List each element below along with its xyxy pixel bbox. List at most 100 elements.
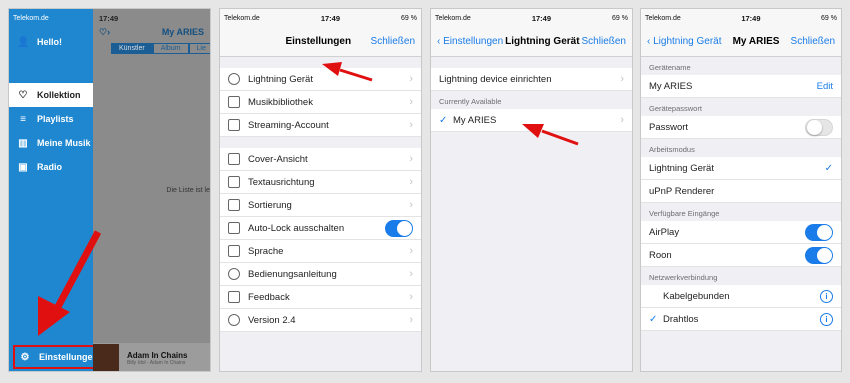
help-icon bbox=[228, 268, 240, 280]
row-mode-upnp[interactable]: uPnP Renderer bbox=[641, 180, 841, 203]
track-title: Adam In Chains bbox=[127, 350, 188, 360]
tab-lieder[interactable]: Lie bbox=[188, 43, 210, 54]
auto-lock-toggle[interactable] bbox=[385, 219, 413, 237]
row-wired[interactable]: Kabelgebunden i bbox=[641, 285, 841, 308]
status-bar: Telekom.de 17:49 69 % bbox=[431, 9, 632, 27]
tab-kuenstler[interactable]: Künstler bbox=[111, 43, 153, 54]
row-setup-device[interactable]: Lightning device einrichten › bbox=[431, 68, 632, 91]
back-button[interactable]: ‹ Einstellungen bbox=[437, 36, 503, 47]
gear-icon: ⚙ bbox=[20, 351, 30, 363]
language-icon bbox=[228, 245, 240, 257]
edit-button[interactable]: Edit bbox=[817, 81, 833, 92]
airplay-toggle[interactable] bbox=[805, 223, 833, 241]
screen-device: Telekom.de 17:49 69 % ‹ Lightning Gerät My … bbox=[640, 8, 842, 372]
row-label: Lightning Gerät bbox=[649, 162, 714, 174]
info-icon[interactable]: i bbox=[820, 289, 833, 303]
row-cover-ansicht[interactable]: Cover-Ansicht › bbox=[220, 148, 421, 171]
row-sortierung[interactable]: Sortierung › bbox=[220, 194, 421, 217]
section-header: Currently Available bbox=[439, 97, 502, 106]
menu-radio[interactable]: ▣ Radio bbox=[9, 155, 93, 179]
collection-title: My ARIES bbox=[161, 27, 204, 37]
page-title: Einstellungen bbox=[285, 36, 352, 47]
carrier: Telekom.de bbox=[435, 14, 471, 22]
checkmark-icon: ✓ bbox=[824, 162, 833, 174]
row-label: Kabelgebunden bbox=[663, 290, 730, 302]
screen-menu: Telekom.de 👤 Hello! ♡ Kollektion ≡ Playlist… bbox=[8, 8, 211, 372]
chevron-right-icon: › bbox=[409, 245, 413, 257]
hello-item[interactable]: 👤 Hello! bbox=[9, 27, 93, 57]
chevron-right-icon: › bbox=[409, 119, 413, 131]
now-playing-bar[interactable]: Adam In Chains Billy Idol · Adam In Chain… bbox=[93, 343, 210, 371]
menu-kollektion[interactable]: ♡ Kollektion bbox=[9, 83, 93, 107]
tab-album[interactable]: Album bbox=[152, 43, 189, 54]
cloud-icon bbox=[228, 119, 240, 131]
screen-settings: Telekom.de 17:49 69 % Einstellungen Schließ… bbox=[219, 8, 422, 372]
menu-label: Kollektion bbox=[37, 90, 81, 100]
carrier: Telekom.de bbox=[13, 14, 49, 22]
back-button[interactable]: ‹ Lightning Gerät bbox=[647, 36, 722, 47]
row-musikbibliothek[interactable]: Musikbibliothek › bbox=[220, 91, 421, 114]
info-icon bbox=[228, 314, 240, 326]
section-header: Netzwerkverbindung bbox=[649, 273, 718, 282]
row-wireless[interactable]: ✓ Drahtlos i bbox=[641, 308, 841, 331]
status-bar: Telekom.de bbox=[9, 9, 93, 27]
settings-item[interactable]: ⚙ Einstellungen bbox=[13, 345, 101, 369]
heart-icon: ♡ bbox=[18, 89, 28, 101]
row-version[interactable]: Version 2.4 › bbox=[220, 309, 421, 332]
page-title: Lightning Gerät bbox=[505, 36, 580, 47]
heart-icon[interactable]: ♡› bbox=[99, 27, 110, 38]
chevron-right-icon: › bbox=[409, 73, 413, 85]
info-icon[interactable]: i bbox=[820, 312, 833, 326]
row-auto-lock: Auto-Lock ausschalten bbox=[220, 217, 421, 240]
checkmark-icon: ✓ bbox=[649, 313, 658, 325]
row-sprache[interactable]: Sprache › bbox=[220, 240, 421, 263]
row-textausrichtung[interactable]: Textausrichtung › bbox=[220, 171, 421, 194]
row-lightning-geraet[interactable]: Lightning Gerät › bbox=[220, 68, 421, 91]
chevron-right-icon: › bbox=[409, 199, 413, 211]
close-button[interactable]: Schließen bbox=[582, 36, 626, 47]
battery: 69 % bbox=[821, 14, 837, 22]
nav-bar: ‹ Lightning Gerät My ARIES Schließen bbox=[641, 27, 841, 57]
row-label: Streaming-Account bbox=[248, 119, 329, 131]
sort-icon bbox=[228, 199, 240, 211]
chevron-right-icon: › bbox=[409, 176, 413, 188]
grid-icon bbox=[228, 153, 240, 165]
password-toggle[interactable] bbox=[805, 118, 833, 136]
battery: 69 % bbox=[612, 14, 628, 22]
status-bar: Telekom.de 17:49 69 % bbox=[220, 9, 421, 27]
chevron-right-icon: › bbox=[409, 153, 413, 165]
row-label: Cover-Ansicht bbox=[248, 153, 308, 165]
close-button[interactable]: Schließen bbox=[371, 36, 415, 47]
row-airplay: AirPlay bbox=[641, 221, 841, 244]
row-mode-lightning[interactable]: Lightning Gerät ✓ bbox=[641, 157, 841, 180]
page-title: My ARIES bbox=[732, 36, 780, 47]
radio-icon: ▣ bbox=[18, 161, 28, 173]
menu-playlists[interactable]: ≡ Playlists bbox=[9, 107, 93, 131]
roon-toggle[interactable] bbox=[805, 246, 833, 264]
row-bedienungsanleitung[interactable]: Bedienungsanleitung › bbox=[220, 263, 421, 286]
chevron-right-icon: › bbox=[409, 96, 413, 108]
row-device[interactable]: ✓ My ARIES › bbox=[431, 109, 632, 132]
row-feedback[interactable]: Feedback › bbox=[220, 286, 421, 309]
row-label: Auto-Lock ausschalten bbox=[248, 222, 345, 234]
chevron-right-icon: › bbox=[409, 291, 413, 303]
collection-pane: 17:49 ♡› My ARIES Künstler Album Lie Die … bbox=[93, 9, 210, 371]
row-streaming-account[interactable]: Streaming-Account › bbox=[220, 114, 421, 137]
status-bar: Telekom.de 17:49 69 % bbox=[641, 9, 841, 27]
row-label: AirPlay bbox=[649, 226, 680, 238]
row-label: Musikbibliothek bbox=[248, 96, 313, 108]
collection-header: ♡› My ARIES bbox=[93, 27, 210, 38]
nav-bar: Einstellungen Schließen bbox=[220, 27, 421, 57]
settings-label: Einstellungen bbox=[39, 352, 99, 362]
battery: 69 % bbox=[401, 14, 417, 22]
chevron-right-icon: › bbox=[409, 314, 413, 326]
music-library-icon bbox=[228, 96, 240, 108]
row-label: Feedback bbox=[248, 291, 290, 303]
album-art bbox=[93, 344, 119, 371]
close-button[interactable]: Schließen bbox=[791, 36, 835, 47]
back-label: Lightning Gerät bbox=[653, 36, 722, 47]
wifi-icon bbox=[228, 73, 240, 85]
status-time: 17:49 bbox=[531, 13, 551, 23]
chevron-right-icon: › bbox=[620, 114, 624, 126]
menu-meine-musik[interactable]: ▥ Meine Musik bbox=[9, 131, 93, 155]
